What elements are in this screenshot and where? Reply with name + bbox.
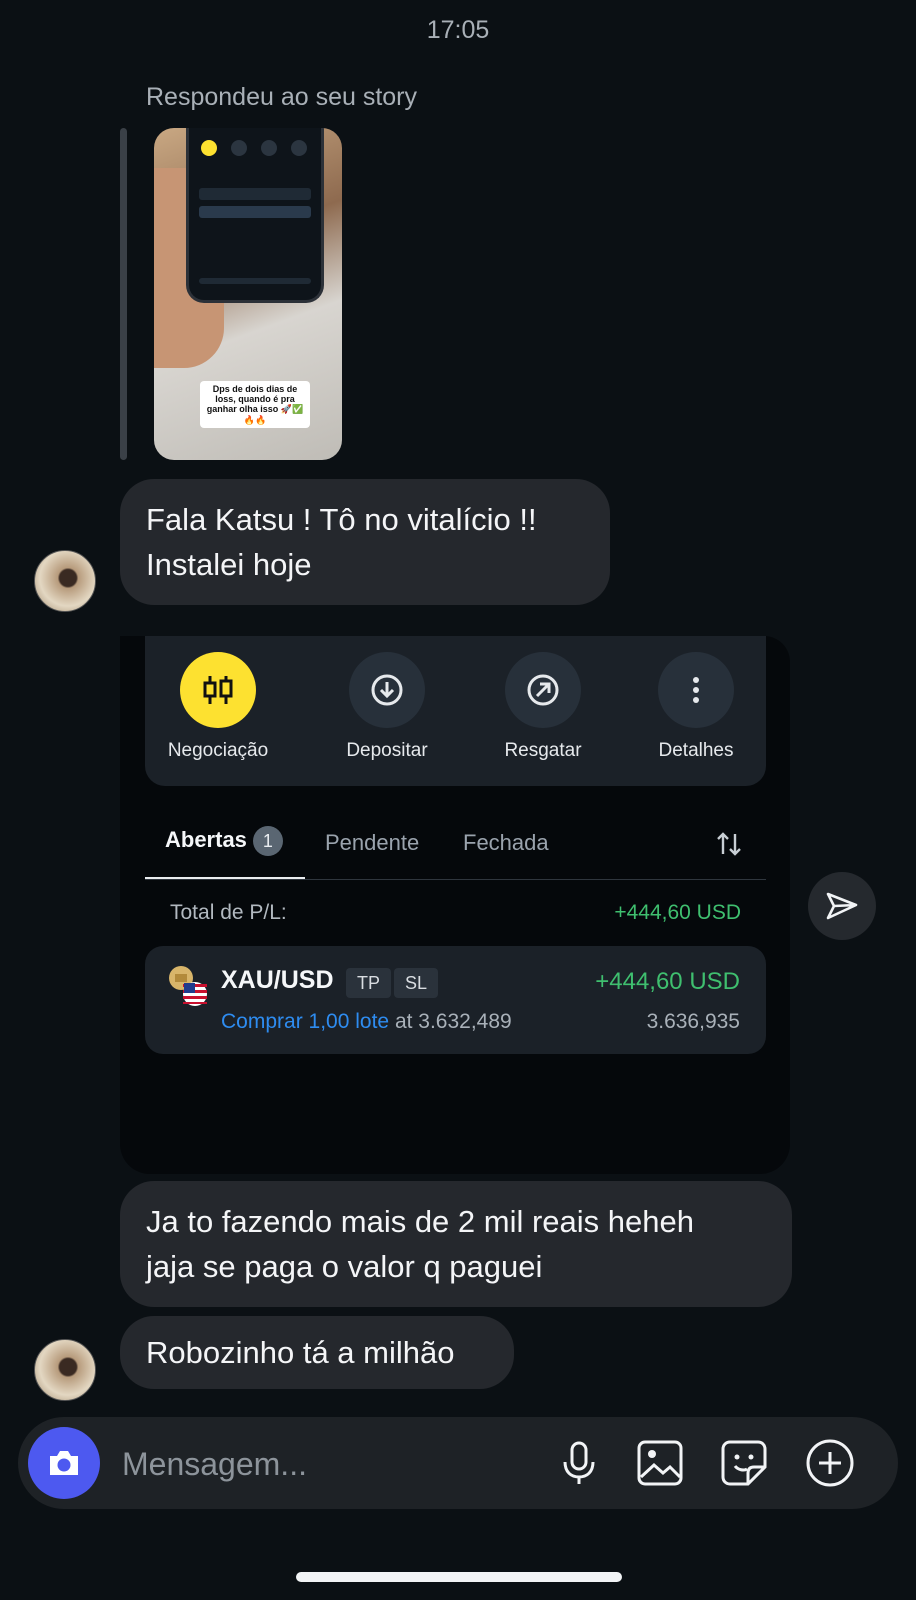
trade-actions-panel: Negociação Depositar Resgatar Detalhes (145, 636, 766, 786)
message-composer (18, 1417, 898, 1509)
more-vertical-icon (658, 652, 734, 728)
message-timestamp: 17:05 (426, 16, 490, 44)
action-negociacao: Negociação (153, 652, 283, 762)
positions-tabs: Abertas 1 Pendente Fechada (145, 826, 766, 880)
message-text-line: jaja se paga o valor q paguei (146, 1249, 543, 1284)
home-indicator[interactable] (296, 1572, 622, 1582)
action-label: Negociação (167, 740, 269, 761)
story-phone-icon (291, 140, 307, 156)
share-button[interactable] (808, 872, 876, 940)
message-bubble[interactable]: Fala Katsu ! Tô no vitalício !! Instalei… (120, 479, 610, 605)
message-text-line: Robozinho tá a milhão (146, 1335, 455, 1370)
story-reply-note: Respondeu ao seu story (146, 83, 418, 111)
position-pl: +444,60 USD (595, 968, 740, 995)
order-open-price: at 3.632,489 (394, 1010, 512, 1033)
action-detalhes: Detalhes (631, 652, 761, 762)
story-phone-icon (231, 140, 247, 156)
total-pl-label: Total de P/L: (170, 901, 287, 924)
story-phone-row (199, 206, 311, 218)
position-symbol: XAU/USD (221, 966, 334, 994)
story-phone-icon (201, 140, 217, 156)
tab-divider (145, 879, 766, 880)
sticker-icon[interactable] (718, 1437, 770, 1489)
story-phone-row (199, 188, 311, 200)
download-circle-icon (349, 652, 425, 728)
tab-fechada: Fechada (463, 830, 549, 855)
message-text-line: Instalei hoje (146, 547, 312, 582)
microphone-icon[interactable] (553, 1437, 605, 1489)
order-side: Comprar 1,00 lote (221, 1010, 390, 1033)
story-thumbnail[interactable]: Dps de dois dias de loss, quando é pra g… (154, 128, 342, 460)
count-badge: 1 (252, 826, 283, 856)
tab-pendente: Pendente (325, 830, 420, 855)
avatar[interactable] (34, 550, 96, 612)
send-icon (826, 892, 858, 920)
story-phone-row (199, 278, 311, 284)
tp-chip: TP (346, 968, 392, 998)
arrow-up-right-circle-icon (505, 652, 581, 728)
current-price: 3.636,935 (646, 1010, 740, 1033)
gallery-icon[interactable] (634, 1437, 686, 1489)
message-text-line: Ja to fazendo mais de 2 mil reais heheh (146, 1204, 694, 1239)
action-resgatar: Resgatar (478, 652, 608, 762)
order-details: Comprar 1,00 lote at 3.632,489 (221, 1010, 512, 1034)
chat-screen: 17:05 Respondeu ao seu story Dps de dois… (0, 0, 916, 1600)
story-phone (186, 128, 324, 303)
message-bubble[interactable]: Ja to fazendo mais de 2 mil reais heheh … (120, 1181, 792, 1307)
position-row: XAU/USD TP SL +444,60 USD Comprar 1,00 l… (145, 946, 766, 1054)
story-quote-bar (120, 128, 127, 460)
tab-label: Abertas (165, 826, 247, 852)
add-circle-icon[interactable] (804, 1437, 856, 1489)
avatar[interactable] (34, 1339, 96, 1401)
sort-icon (715, 830, 743, 863)
camera-icon (50, 1451, 78, 1475)
camera-button[interactable] (28, 1427, 100, 1499)
sl-chip: SL (394, 968, 439, 998)
message-bubble[interactable]: Robozinho tá a milhão (120, 1316, 514, 1389)
action-label: Resgatar (504, 740, 582, 761)
total-pl-value: +444,60 USD (614, 901, 741, 924)
message-text-line: Fala Katsu ! Tô no vitalício !! (146, 502, 537, 537)
action-label: Detalhes (658, 740, 734, 761)
tab-abertas: Abertas 1 (165, 826, 283, 856)
story-phone-icon (261, 140, 277, 156)
action-label: Depositar (346, 740, 428, 761)
candlestick-icon (180, 652, 256, 728)
message-input[interactable] (120, 1439, 524, 1489)
gold-usd-flag-icon (167, 964, 211, 1008)
story-caption: Dps de dois dias de loss, quando é pra g… (200, 380, 310, 428)
action-depositar: Depositar (322, 652, 452, 762)
